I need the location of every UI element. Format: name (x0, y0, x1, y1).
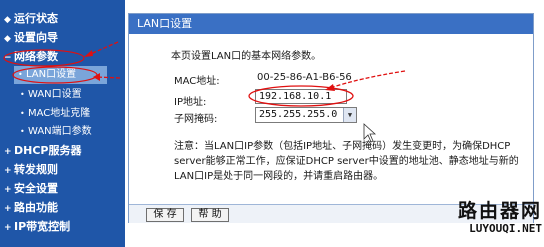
watermark: 路由器网 LUYOUQI.NET (438, 200, 542, 244)
panel-title: LAN口设置 (129, 14, 533, 34)
intro-text: 本页设置LAN口的基本网络参数。 (171, 51, 322, 62)
subnet-mask-value: 255.255.255.0 (259, 109, 338, 120)
sidebar-item-mac-clone[interactable]: • MAC地址克隆 (0, 105, 125, 123)
ip-address-input[interactable]: 192.168.10.1 (255, 89, 347, 104)
bullet-icon: • (20, 109, 25, 118)
expand-icon: + (4, 147, 12, 157)
sidebar-item-dhcp[interactable]: + DHCP服务器 (0, 142, 125, 160)
ip-label: IP地址: (174, 97, 207, 108)
sidebar-nav: ◆ 运行状态 ◆ 设置向导 − 网络参数 • LAN口设置 • WAN口设置 • MAC地址… (0, 0, 125, 247)
bullet-icon: • (18, 70, 23, 79)
bullet-icon: • (20, 90, 25, 99)
note-text: 注意：当LAN口IP参数（包括IP地址、子网掩码）发生变更时，为确保DHCP s… (174, 141, 519, 182)
mac-label: MAC地址: (174, 76, 220, 87)
sidebar-item-routing[interactable]: + 路由功能 (0, 199, 125, 217)
expand-icon: + (4, 185, 12, 195)
chevron-down-icon[interactable]: ▼ (343, 108, 356, 122)
sidebar-item-label: 设置向导 (14, 31, 58, 44)
sidebar-item-label: IP带宽控制 (14, 220, 71, 233)
sidebar-item-label: WAN端口参数 (28, 126, 92, 137)
expand-icon: + (4, 204, 12, 214)
sidebar-item-label: DHCP服务器 (14, 144, 82, 157)
sidebar-item-network[interactable]: − 网络参数 (0, 48, 125, 66)
help-button[interactable]: 帮 助 (191, 208, 229, 222)
sidebar-item-bandwidth[interactable]: + IP带宽控制 (0, 218, 125, 236)
mac-value: 00-25-86-A1-B6-56 (257, 72, 352, 83)
subnet-mask-label: 子网掩码: (174, 114, 218, 125)
sidebar-item-wan-port[interactable]: • WAN端口参数 (0, 123, 125, 141)
watermark-title: 路由器网 (457, 200, 542, 222)
collapse-icon: − (4, 53, 12, 63)
save-button[interactable]: 保 存 (146, 208, 184, 222)
sidebar-item-forwarding[interactable]: + 转发规则 (0, 161, 125, 179)
expand-icon: + (4, 166, 12, 176)
sidebar-item-label: MAC地址克隆 (28, 108, 91, 119)
sidebar-item-label: 运行状态 (14, 12, 58, 25)
watermark-url: LUYOUQI.NET (469, 222, 542, 235)
sidebar-item-label: 安全设置 (14, 182, 58, 195)
lan-settings-panel: LAN口设置 本页设置LAN口的基本网络参数。 MAC地址: 00-25-86-… (128, 13, 534, 223)
sidebar-item-status[interactable]: ◆ 运行状态 (0, 10, 125, 28)
sidebar-item-wizard[interactable]: ◆ 设置向导 (0, 29, 125, 47)
expand-icon: + (4, 223, 12, 233)
sidebar-item-label: WAN口设置 (28, 89, 82, 100)
sidebar-item-label: LAN口设置 (26, 69, 77, 80)
sidebar-item-label: 网络参数 (14, 50, 58, 63)
subnet-mask-select[interactable]: 255.255.255.0 ▼ (255, 107, 357, 123)
bullet-icon: ◆ (4, 34, 11, 44)
sidebar-item-security[interactable]: + 安全设置 (0, 180, 125, 198)
sidebar-item-wan[interactable]: • WAN口设置 (0, 86, 125, 104)
bullet-icon: • (20, 127, 25, 136)
bullet-icon: ◆ (4, 15, 11, 25)
sidebar-item-label: 路由功能 (14, 201, 58, 214)
sidebar-item-label: 转发规则 (14, 163, 58, 176)
sidebar-item-lan[interactable]: • LAN口设置 (14, 66, 107, 84)
